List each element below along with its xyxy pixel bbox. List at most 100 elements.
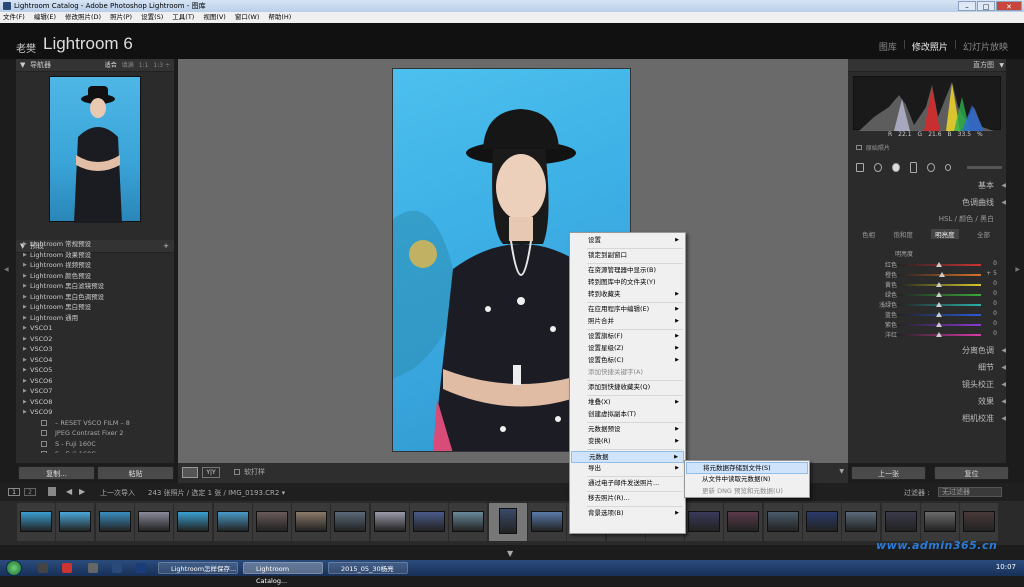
module-slideshow[interactable]: 幻灯片放映 [963, 40, 1008, 53]
filmstrip-source[interactable]: 上一次导入 [100, 488, 135, 498]
minimize-button[interactable]: – [958, 1, 976, 11]
hsl-slider-knob[interactable] [936, 282, 942, 287]
hsl-tab-saturation[interactable]: 饱和度 [893, 229, 913, 239]
module-library[interactable]: 图库 [879, 40, 897, 53]
hsl-slider-value[interactable]: 0 [993, 300, 997, 307]
context-menu-item[interactable]: 设置 ▶ [571, 235, 684, 247]
hsl-slider-value[interactable]: 0 [993, 320, 997, 327]
loupe-view-icon[interactable] [182, 467, 198, 478]
copy-settings-button[interactable]: 复制... [18, 466, 95, 480]
radial-filter-icon[interactable] [926, 162, 935, 172]
filmstrip-thumbnail[interactable] [216, 511, 249, 532]
section-tone-curve[interactable]: 色调曲线 [850, 196, 1006, 210]
paste-settings-button[interactable]: 粘贴 [97, 466, 174, 480]
context-menu-item[interactable]: 在应用程序中编辑(E) ▶ [571, 304, 684, 316]
hsl-slider-value[interactable]: 0 [993, 260, 997, 267]
previous-button[interactable]: 上一张 [851, 466, 926, 480]
context-menu-item[interactable]: 照片合并 ▶ [571, 316, 684, 328]
context-menu-item[interactable]: 堆叠(X) ▶ [571, 397, 684, 409]
context-menu-item[interactable]: 元数据 ▶ [571, 451, 684, 463]
preset-folder[interactable]: ▶ VSCO3 [16, 344, 174, 355]
hsl-slider-knob[interactable] [938, 272, 945, 277]
page-1-button[interactable]: 1 [8, 488, 20, 496]
context-menu-item[interactable]: 创建虚拟副本(T) [571, 409, 684, 421]
preset-folder[interactable]: ▶ Lightroom 视频预设 [16, 260, 174, 271]
preset-folder[interactable]: ▶ VSCO5 [16, 365, 174, 376]
hsl-slider-knob[interactable] [936, 312, 942, 317]
filmstrip-thumbnail[interactable] [530, 511, 563, 532]
hsl-slider-knob[interactable] [936, 292, 942, 297]
submenu-item[interactable]: 从文件中读取元数据(N) [686, 474, 808, 486]
submenu-item[interactable]: 将元数据存储到文件(S) [686, 462, 808, 474]
preset-item[interactable]: S - Fuji 160C [16, 439, 174, 450]
filter-dropdown[interactable]: 无过滤器 [938, 487, 1002, 497]
hsl-tab-hue[interactable]: 色相 [862, 229, 875, 239]
hsl-slider-value[interactable]: 0 [993, 290, 997, 297]
section-hsl[interactable]: HSL / 颜色 / 黑白 [850, 212, 1006, 226]
section-effects[interactable]: 效果 [850, 395, 1006, 409]
section-basic[interactable]: 基本 [850, 179, 1006, 193]
hsl-tab-luminance[interactable]: 明亮度 [931, 229, 959, 239]
hsl-tab-all[interactable]: 全部 [977, 229, 990, 239]
context-menu-item[interactable]: 转到收藏夹 ▶ [571, 289, 684, 301]
filmstrip-thumbnail[interactable] [806, 511, 838, 532]
forward-arrow-icon[interactable]: ▶ [79, 487, 85, 496]
zoom-fill[interactable]: 填满 [122, 59, 134, 72]
filmstrip-thumbnail[interactable] [20, 511, 52, 532]
left-panel-toggle-icon[interactable]: ◀ [4, 266, 9, 273]
taskbar-item-folder[interactable]: 2015_05_30杨亮 [328, 562, 408, 574]
preset-item[interactable]: JPEG Contrast Fixer 2 [16, 428, 174, 439]
filmstrip-collapse-icon[interactable]: ▼ [507, 549, 513, 558]
filmstrip-thumbnail[interactable] [498, 508, 517, 534]
start-button-icon[interactable] [6, 560, 22, 576]
taskbar-item-browser[interactable]: Lightroom怎样保存... [158, 562, 238, 574]
context-menu-item[interactable]: 转到图库中的文件夹(Y) [571, 277, 684, 289]
context-menu-item[interactable]: 设置星级(Z) ▶ [571, 343, 684, 355]
context-menu-item[interactable]: 设置旗标(F) ▶ [571, 331, 684, 343]
context-menu-item[interactable]: 锁定到副窗口 [571, 250, 684, 262]
preset-folder[interactable]: ▶ VSCO8 [16, 397, 174, 408]
hsl-slider-value[interactable]: 0 [993, 330, 997, 337]
taskbar-item-lightroom[interactable]: Lightroom Catalog... [243, 562, 323, 585]
hsl-slider-value[interactable]: + 5 [986, 270, 997, 277]
section-split-toning[interactable]: 分离色调 [850, 344, 1006, 358]
adjustment-brush-icon[interactable] [944, 163, 952, 171]
context-menu-item[interactable]: 背景选项(B) ▶ [571, 508, 684, 520]
preset-folder[interactable]: ▶ Lightroom 常规预设 [16, 239, 174, 250]
context-menu-item[interactable]: 变换(R) ▶ [571, 436, 684, 448]
section-camera-calibration[interactable]: 相机校准 [850, 412, 1006, 426]
preset-folder[interactable]: ▶ Lightroom 黑白滤镜预设 [16, 281, 174, 292]
hsl-slider-knob[interactable] [936, 322, 942, 327]
taskbar-app-icon[interactable] [38, 563, 48, 573]
menu-window[interactable]: 窗口(W) [235, 12, 260, 23]
preset-item[interactable]: – RESET VSCO FILM – 8 [16, 418, 174, 429]
context-menu-item[interactable]: 移去照片(R)... [571, 493, 684, 505]
context-menu-item[interactable]: 设置色标(C) ▶ [571, 355, 684, 367]
filmstrip-thumbnail[interactable] [373, 511, 406, 532]
softproof-checkbox[interactable] [234, 469, 240, 475]
hsl-slider-value[interactable]: 0 [993, 280, 997, 287]
filmstrip-thumbnail[interactable] [727, 511, 760, 532]
zoom-1-1[interactable]: 1:1 [139, 59, 149, 72]
navigator-preview[interactable] [49, 76, 141, 223]
menu-tools[interactable]: 工具(T) [172, 12, 194, 23]
module-develop[interactable]: 修改照片 [912, 40, 948, 53]
filmstrip-thumbnail[interactable] [59, 511, 92, 532]
tool-slider[interactable] [967, 165, 1003, 169]
menu-develop[interactable]: 修改照片(D) [65, 12, 101, 23]
grid-view-icon[interactable] [48, 487, 56, 496]
preset-folder[interactable]: ▶ VSCO9 [16, 407, 174, 418]
taskbar-clock[interactable]: 10:07 [996, 563, 1016, 571]
menu-edit[interactable]: 编辑(E) [34, 12, 56, 23]
close-button[interactable]: ✕ [996, 1, 1022, 11]
preset-folder[interactable]: ▶ VSCO2 [16, 334, 174, 345]
filmstrip-thumbnail[interactable] [766, 511, 799, 532]
context-menu-item[interactable]: 元数据预设 ▶ [571, 424, 684, 436]
section-detail[interactable]: 细节 [850, 361, 1006, 375]
context-menu-item[interactable]: 添加到快捷收藏夹(Q) [571, 382, 684, 394]
histogram-graph[interactable] [853, 76, 1001, 131]
menu-file[interactable]: 文件(F) [3, 12, 25, 23]
menu-view[interactable]: 视图(V) [203, 12, 226, 23]
zoom-1-3[interactable]: 1:3 ÷ [153, 59, 170, 72]
original-photo-toggle[interactable]: 原始照片 [856, 143, 890, 152]
